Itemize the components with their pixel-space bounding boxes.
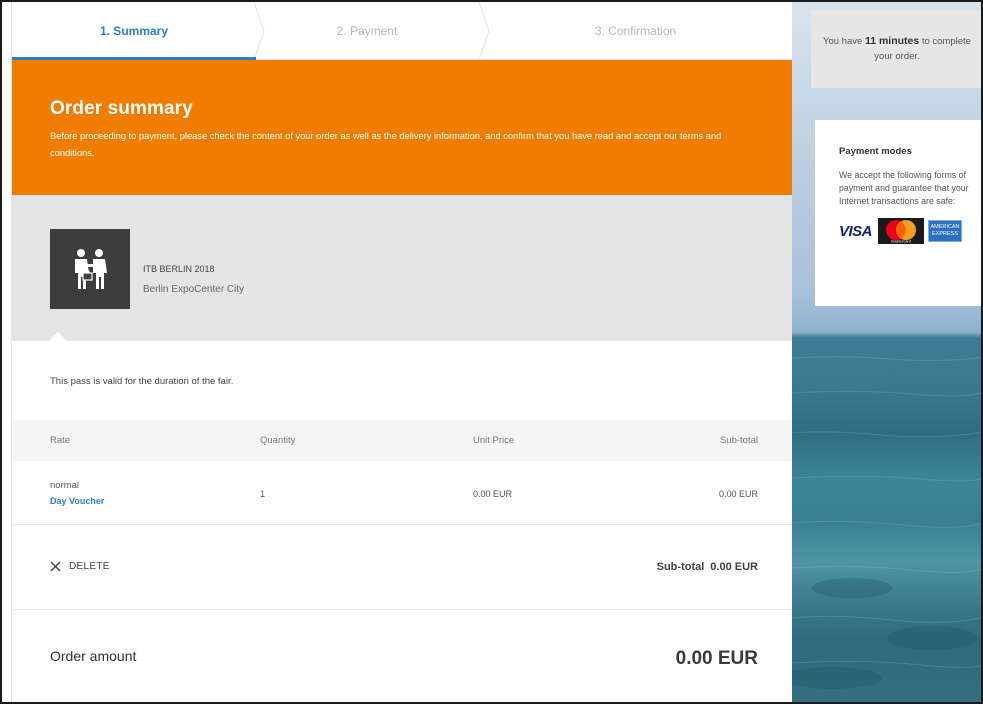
- header-unit-price: Unit Price: [473, 435, 515, 446]
- header-subtotal: Sub-total: [719, 435, 758, 446]
- checkout-steps: 1. Summary 2. Payment 3. Confirmation: [12, 2, 792, 60]
- main-column: 1. Summary 2. Payment 3. Confirmation Or…: [11, 2, 793, 702]
- header-rate: Rate: [50, 435, 71, 446]
- amex-logo-icon: AMERICAN EXPRESS: [928, 220, 963, 242]
- order-amount-label: Order amount: [50, 648, 137, 664]
- card-notch: [48, 332, 68, 342]
- sidebar: You have 11 minutes to complete your ord…: [792, 2, 981, 702]
- rate-type-link[interactable]: Day Voucher: [50, 496, 104, 506]
- order-amount-value: 0.00 EUR: [675, 648, 758, 669]
- order-summary-banner: Order summary Before proceeding to payme…: [12, 60, 793, 195]
- amex-line2: EXPRESS: [932, 231, 958, 237]
- mastercard-logo-icon: mastercard: [878, 218, 925, 244]
- amex-line1: AMERICAN: [930, 224, 960, 230]
- table-row: normal Day Voucher 1 0.00 EUR 0.00 EUR: [12, 461, 793, 525]
- step-separator-icon: [253, 2, 265, 60]
- payment-modes-title: Payment modes: [839, 146, 912, 157]
- page-frame: 1. Summary 2. Payment 3. Confirmation Or…: [0, 0, 983, 704]
- subtotal-value: 0.00 EUR: [718, 489, 758, 499]
- step-payment[interactable]: 2. Payment: [256, 2, 478, 60]
- payment-cards: VISA mastercard AMERICAN EXPRESS: [839, 218, 971, 244]
- payment-modes-text: We accept the following forms of payment…: [839, 170, 969, 206]
- banner-description: Before proceeding to payment, please che…: [50, 131, 722, 158]
- unit-price-value: 0.00 EUR: [473, 489, 513, 499]
- step-summary[interactable]: 1. Summary: [12, 2, 256, 60]
- subtotal-summary: Sub-total 0.00 EUR: [657, 561, 758, 573]
- visa-logo-icon: VISA: [839, 222, 873, 240]
- mastercard-label: mastercard: [891, 239, 911, 244]
- delete-button[interactable]: DELETE: [50, 561, 110, 572]
- timer-value: 11 minutes: [864, 35, 920, 47]
- order-timer: You have 11 minutes to complete your ord…: [811, 10, 981, 88]
- handshake-icon: [50, 229, 130, 309]
- payment-modes-panel: Payment modes We accept the following fo…: [815, 120, 981, 306]
- order-actions: DELETE Sub-total 0.00 EUR: [12, 525, 793, 610]
- header-quantity: Quantity: [260, 435, 296, 446]
- sea-background: [792, 356, 981, 689]
- subtotal-label: Sub-total: [656, 561, 705, 573]
- step-confirmation[interactable]: 3. Confirmation: [478, 2, 793, 60]
- close-icon: [50, 561, 61, 572]
- subtotal-amount: 0.00 EUR: [710, 561, 758, 573]
- table-header: Rate Quantity Unit Price Sub-total: [12, 420, 793, 461]
- event-venue: Berlin ExpoCenter City: [143, 284, 245, 295]
- event-card: ITB BERLIN 2018 Berlin ExpoCenter City: [12, 195, 793, 342]
- page-title: Order summary: [50, 98, 193, 119]
- timer-prefix: You have: [823, 36, 863, 47]
- step-separator-icon: [478, 2, 490, 60]
- pass-validity-note: This pass is valid for the duration of t…: [50, 376, 234, 387]
- delete-label: DELETE: [69, 561, 110, 572]
- rate-name: normal: [50, 480, 80, 491]
- event-name: ITB BERLIN 2018: [143, 264, 215, 274]
- quantity-value: 1: [260, 489, 266, 499]
- order-total: Order amount 0.00 EUR: [12, 610, 793, 702]
